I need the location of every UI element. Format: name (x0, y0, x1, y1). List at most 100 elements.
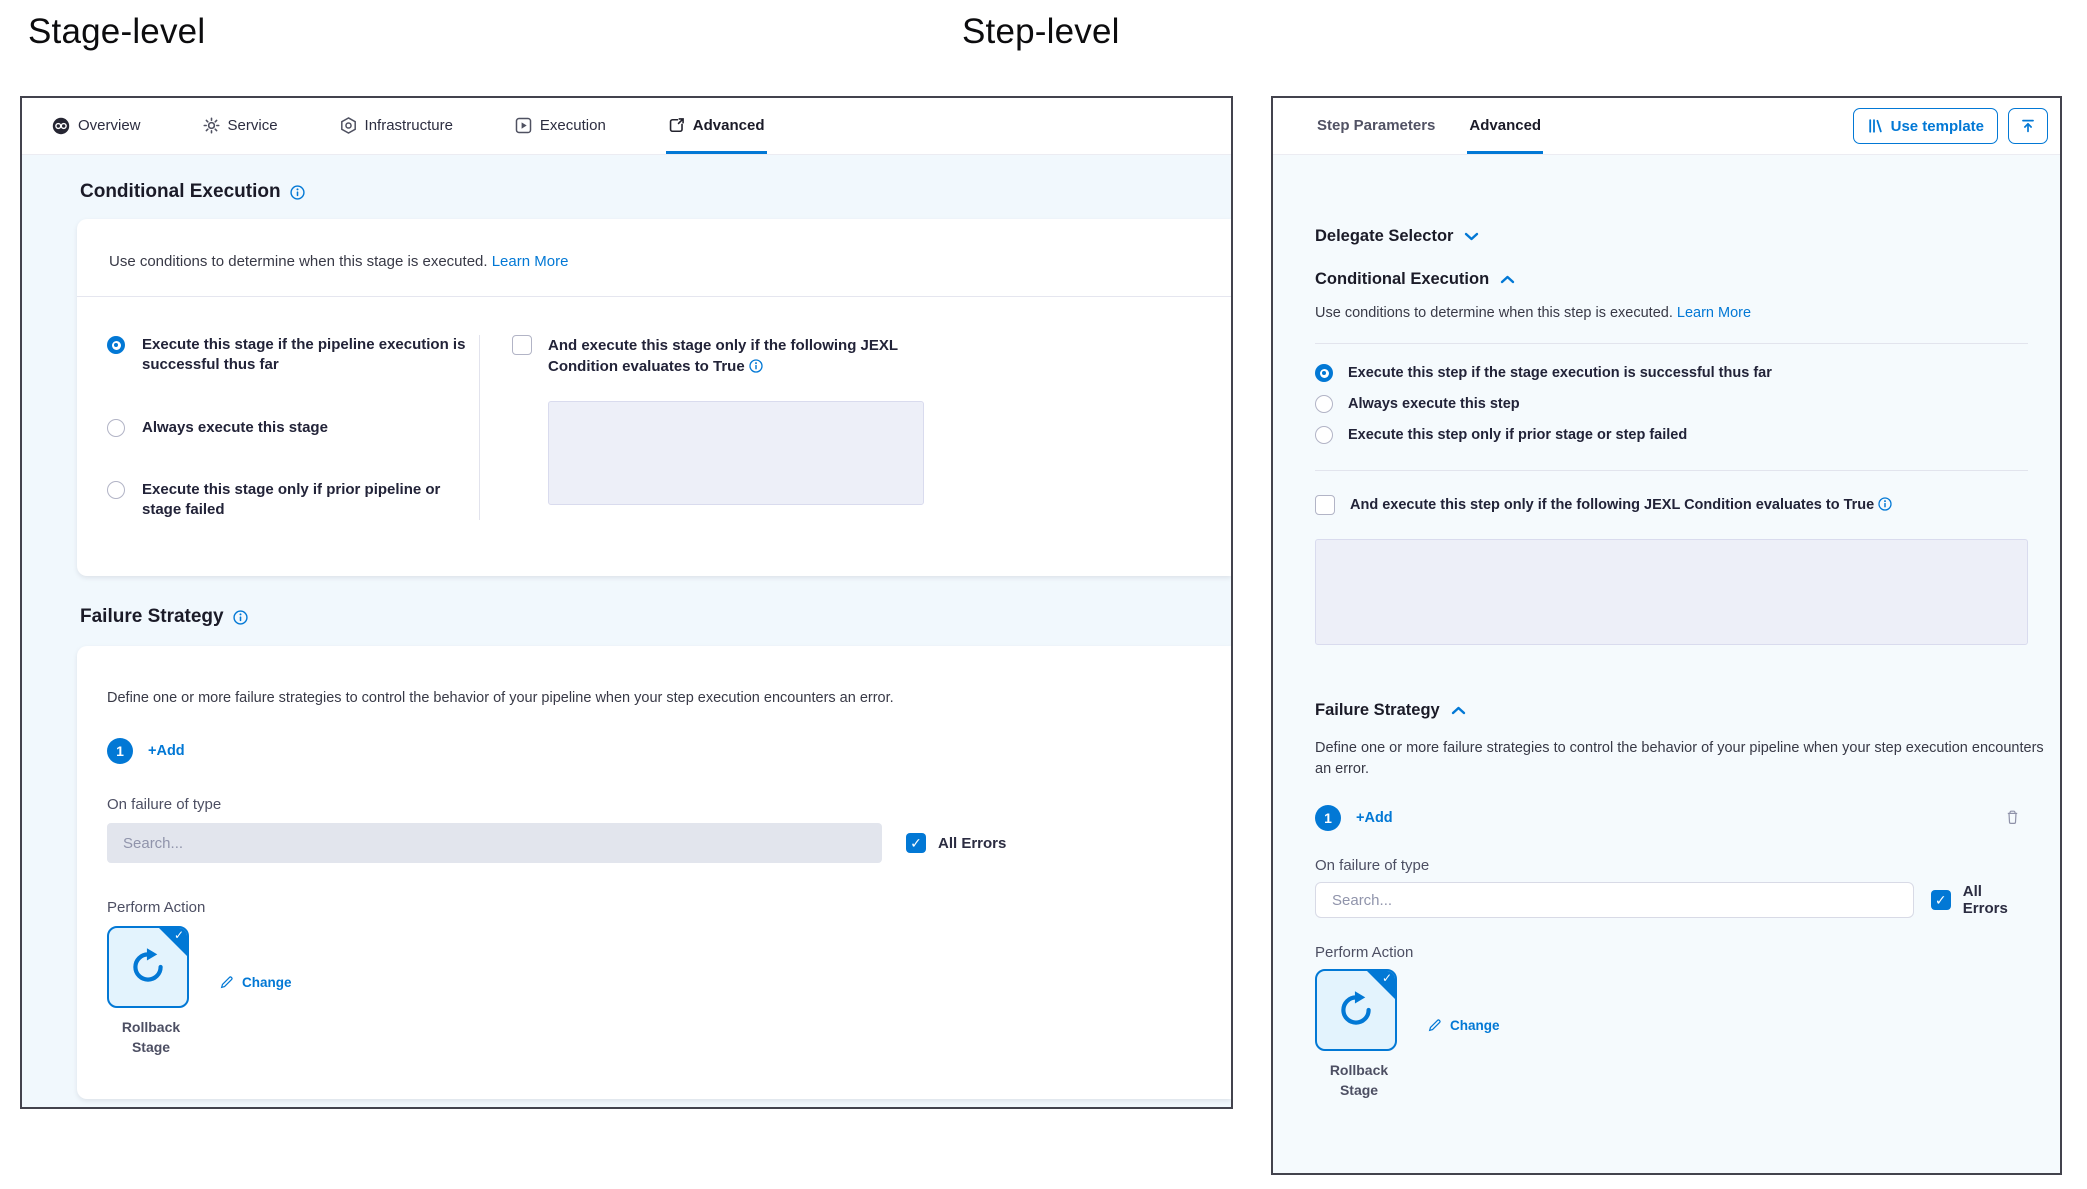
change-label: Change (1450, 1018, 1500, 1033)
all-errors-option: All Errors (1931, 883, 2028, 917)
step-tab-bar: Step Parameters Advanced Use template (1273, 98, 2060, 155)
jexl-checkbox[interactable] (1315, 495, 1335, 515)
save-as-template-button[interactable] (2008, 108, 2048, 144)
perform-action-label: Perform Action (1315, 944, 2028, 961)
all-errors-label: All Errors (938, 835, 1006, 852)
info-icon[interactable] (290, 185, 305, 200)
step-advanced-content: Delegate Selector Conditional Execution … (1273, 155, 2060, 1173)
change-label: Change (242, 975, 292, 990)
tab-advanced[interactable]: Advanced (666, 98, 767, 154)
failure-strategy-card: Define one or more failure strategies to… (77, 646, 1231, 1099)
radio-option: Execute this stage if the pipeline execu… (107, 335, 467, 376)
pencil-icon (219, 975, 234, 990)
check-icon: ✓ (174, 928, 184, 942)
jexl-label: And execute this step only if the follow… (1350, 497, 1892, 513)
failure-description: Define one or more failure strategies to… (107, 690, 1201, 706)
use-template-button[interactable]: Use template (1853, 108, 1998, 144)
info-icon[interactable] (1878, 497, 1892, 511)
conditional-execution-heading: Conditional Execution (80, 181, 1231, 203)
learn-more-link[interactable]: Learn More (492, 253, 569, 270)
radio-option: Execute this step if the stage execution… (1315, 364, 2028, 382)
conditional-execution-section[interactable]: Conditional Execution (1315, 270, 2028, 289)
all-errors-option: All Errors (906, 833, 1006, 853)
trash-icon (2005, 809, 2020, 825)
conditional-description: Use conditions to determine when this st… (109, 253, 1199, 270)
hexagon-icon (340, 117, 357, 134)
radio-button[interactable] (107, 419, 125, 437)
tab-label: Overview (78, 117, 141, 134)
add-strategy-button[interactable]: +Add (148, 743, 185, 759)
on-failure-label: On failure of type (1315, 857, 2028, 874)
radio-button[interactable] (107, 481, 125, 499)
strategy-count-badge[interactable]: 1 (1315, 805, 1341, 831)
radio-label: Execute this step if the stage execution… (1348, 365, 1772, 381)
on-failure-label: On failure of type (107, 796, 1201, 813)
radio-button[interactable] (1315, 426, 1333, 444)
tab-label: Execution (540, 117, 606, 134)
description-text: Use conditions to determine when this st… (109, 253, 488, 270)
tab-service[interactable]: Service (201, 98, 280, 154)
radio-label: Execute this stage if the pipeline execu… (142, 335, 467, 376)
radio-button[interactable] (1315, 364, 1333, 382)
jexl-condition-input[interactable] (1315, 539, 2028, 645)
learn-more-link[interactable]: Learn More (1677, 305, 1751, 321)
tab-step-parameters[interactable]: Step Parameters (1315, 98, 1437, 154)
condition-options: Execute this step if the stage execution… (1315, 364, 2028, 444)
radio-label: Always execute this stage (142, 418, 328, 438)
divider (1315, 470, 2028, 471)
conditional-execution-card: Use conditions to determine when this st… (77, 219, 1231, 576)
chevron-down-icon (1464, 232, 1479, 241)
library-icon (1867, 118, 1883, 134)
action-name: Rollback Stage (107, 1018, 195, 1057)
failure-strategy-heading: Failure Strategy (80, 606, 1231, 628)
chevron-up-icon (1451, 706, 1466, 715)
stage-advanced-content: Conditional Execution Use conditions to … (22, 155, 1231, 1107)
description-text: Use conditions to determine when this st… (1315, 305, 1673, 321)
jexl-condition-input[interactable] (548, 401, 924, 505)
export-icon (668, 117, 685, 134)
tab-label: Infrastructure (365, 117, 453, 134)
radio-label: Execute this stage only if prior pipelin… (142, 480, 467, 521)
tab-label: Advanced (693, 117, 765, 134)
failure-type-search-input[interactable] (107, 823, 882, 863)
rollback-stage-action-tile[interactable]: ✓ (1315, 969, 1397, 1051)
vertical-divider (479, 335, 480, 520)
upload-template-icon (2020, 118, 2036, 134)
jexl-checkbox[interactable] (512, 335, 532, 355)
divider (1315, 343, 2028, 344)
use-template-label: Use template (1891, 118, 1984, 135)
all-errors-checkbox[interactable] (1931, 890, 1951, 910)
section-title: Delegate Selector (1315, 227, 1453, 246)
change-action-link[interactable]: Change (1427, 999, 1500, 1051)
tab-advanced[interactable]: Advanced (1467, 98, 1543, 154)
radio-label: Execute this step only if prior stage or… (1348, 427, 1687, 443)
check-icon: ✓ (1382, 971, 1392, 985)
jexl-condition-row: And execute this stage only if the follo… (512, 335, 916, 377)
change-action-link[interactable]: Change (219, 956, 292, 1008)
stage-level-title: Stage-level (28, 12, 205, 52)
tab-overview[interactable]: Overview (50, 98, 143, 154)
tab-label: Advanced (1469, 117, 1541, 134)
all-errors-label: All Errors (1963, 883, 2028, 917)
stage-panel: Overview Service Infrastructure Executio… (20, 96, 1233, 1109)
overview-icon (52, 117, 70, 135)
failure-strategy-section[interactable]: Failure Strategy (1315, 701, 2028, 720)
delegate-selector-section[interactable]: Delegate Selector (1315, 227, 2028, 246)
radio-option: Always execute this step (1315, 395, 2028, 413)
step-panel: Step Parameters Advanced Use template De… (1271, 96, 2062, 1175)
heading-text: Conditional Execution (80, 181, 281, 203)
failure-type-search-input[interactable] (1315, 882, 1914, 918)
jexl-condition-row: And execute this step only if the follow… (1315, 495, 2028, 515)
strategy-count-badge[interactable]: 1 (107, 738, 133, 764)
radio-button[interactable] (107, 336, 125, 354)
info-icon[interactable] (749, 359, 763, 373)
tab-execution[interactable]: Execution (513, 98, 608, 154)
rollback-stage-action-tile[interactable]: ✓ (107, 926, 189, 1008)
all-errors-checkbox[interactable] (906, 833, 926, 853)
radio-button[interactable] (1315, 395, 1333, 413)
add-strategy-button[interactable]: +Add (1356, 810, 1393, 826)
info-icon[interactable] (233, 610, 248, 625)
failure-description: Define one or more failure strategies to… (1315, 738, 2047, 779)
delete-strategy-button[interactable] (2005, 809, 2020, 828)
tab-infrastructure[interactable]: Infrastructure (338, 98, 455, 154)
